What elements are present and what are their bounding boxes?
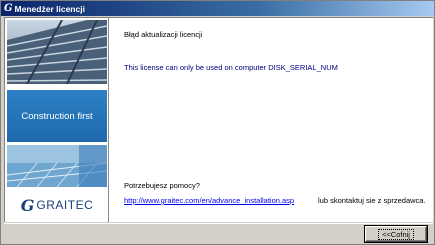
graitec-g-icon: G: [4, 3, 13, 14]
title-bar[interactable]: G Menedżer licencji: [1, 1, 434, 16]
construction-banner: Construction first: [7, 90, 107, 142]
error-heading: Błąd aktualizacji licencji: [124, 30, 203, 39]
help-question: Potrzebujesz pomocy?: [124, 181, 200, 190]
banner-text: Construction first: [21, 110, 93, 122]
content-area: Błąd aktualizacji licencji This license …: [117, 18, 433, 222]
building-image: [7, 20, 107, 84]
license-manager-window: G Menedżer licencji Construction first G…: [0, 0, 435, 245]
separator: [4, 223, 433, 224]
back-button-label: <<Cofnij: [378, 228, 414, 240]
error-message: This license can only be used on compute…: [124, 63, 338, 72]
left-branding-panel: Construction first G GRAITEC: [5, 18, 109, 222]
graitec-logo-icon: G: [20, 195, 35, 215]
help-link[interactable]: http://www.graitec.com/en/advance_instal…: [124, 196, 294, 205]
structure-image: [7, 145, 107, 187]
dialog-client-area: Construction first G GRAITEC Błąd aktual…: [4, 17, 433, 222]
contact-text: lub skontaktuj sie z sprzedawca.: [318, 196, 426, 205]
graitec-logo-text: GRAITEC: [36, 198, 94, 212]
window-title: Menedżer licencji: [14, 3, 85, 14]
graitec-logo: G GRAITEC: [7, 190, 107, 220]
back-button[interactable]: <<Cofnij: [365, 226, 427, 242]
